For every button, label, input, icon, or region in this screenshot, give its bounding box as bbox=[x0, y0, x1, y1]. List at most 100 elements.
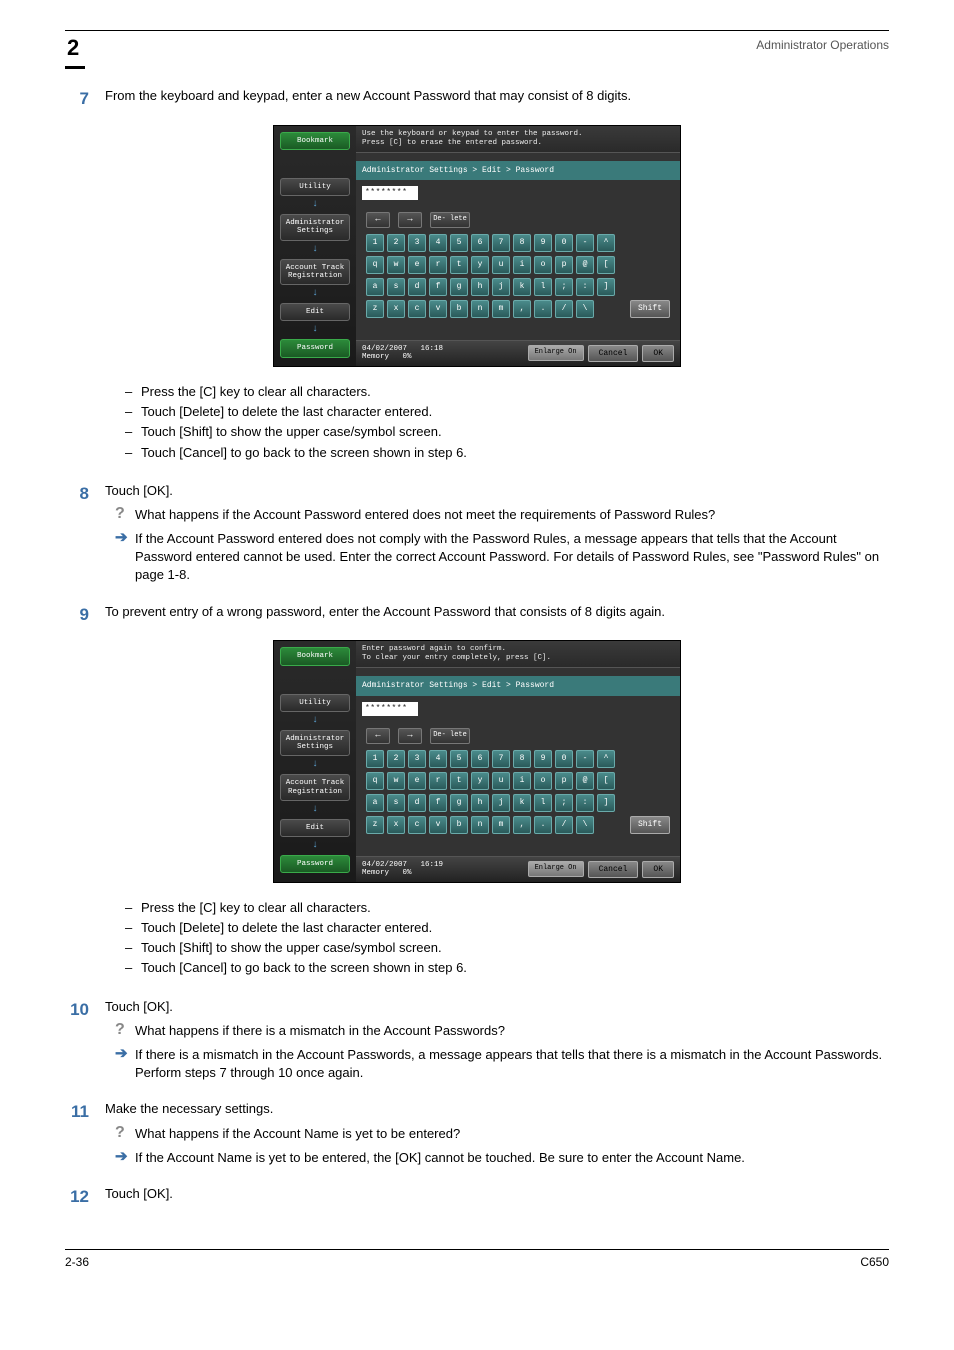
key-^[interactable]: ^ bbox=[597, 750, 615, 768]
key-a[interactable]: a bbox=[366, 278, 384, 296]
key-w[interactable]: w bbox=[387, 772, 405, 790]
key-h[interactable]: h bbox=[471, 794, 489, 812]
key-f[interactable]: f bbox=[429, 794, 447, 812]
key-m[interactable]: m bbox=[492, 300, 510, 318]
arrow-right-key[interactable]: → bbox=[398, 212, 422, 228]
key-q[interactable]: q bbox=[366, 256, 384, 274]
key-n[interactable]: n bbox=[471, 300, 489, 318]
key-t[interactable]: t bbox=[450, 256, 468, 274]
key-[[interactable]: [ bbox=[597, 772, 615, 790]
key-,[interactable]: , bbox=[513, 816, 531, 834]
key-/[interactable]: / bbox=[555, 300, 573, 318]
account-track-button[interactable]: Account Track Registration bbox=[280, 259, 350, 286]
key-6[interactable]: 6 bbox=[471, 234, 489, 252]
key-c[interactable]: c bbox=[408, 816, 426, 834]
key-^[interactable]: ^ bbox=[597, 234, 615, 252]
ok-button[interactable]: OK bbox=[642, 345, 674, 362]
key-0[interactable]: 0 bbox=[555, 750, 573, 768]
key-z[interactable]: z bbox=[366, 816, 384, 834]
key-g[interactable]: g bbox=[450, 794, 468, 812]
key-:[interactable]: : bbox=[576, 794, 594, 812]
utility-button[interactable]: Utility bbox=[280, 178, 350, 196]
key-a[interactable]: a bbox=[366, 794, 384, 812]
admin-settings-button[interactable]: Administrator Settings bbox=[280, 214, 350, 241]
key-/[interactable]: / bbox=[555, 816, 573, 834]
key-k[interactable]: k bbox=[513, 278, 531, 296]
key-i[interactable]: i bbox=[513, 256, 531, 274]
arrow-left-key[interactable]: ← bbox=[366, 728, 390, 744]
key-x[interactable]: x bbox=[387, 300, 405, 318]
key-@[interactable]: @ bbox=[576, 256, 594, 274]
key-d[interactable]: d bbox=[408, 278, 426, 296]
key-b[interactable]: b bbox=[450, 300, 468, 318]
key-5[interactable]: 5 bbox=[450, 750, 468, 768]
key-k[interactable]: k bbox=[513, 794, 531, 812]
key-w[interactable]: w bbox=[387, 256, 405, 274]
key-3[interactable]: 3 bbox=[408, 234, 426, 252]
key-.[interactable]: . bbox=[534, 816, 552, 834]
key-s[interactable]: s bbox=[387, 794, 405, 812]
key-y[interactable]: y bbox=[471, 256, 489, 274]
key-2[interactable]: 2 bbox=[387, 234, 405, 252]
key-n[interactable]: n bbox=[471, 816, 489, 834]
shift-key[interactable]: Shift bbox=[630, 816, 670, 834]
key-c[interactable]: c bbox=[408, 300, 426, 318]
key-[[interactable]: [ bbox=[597, 256, 615, 274]
arrow-right-key[interactable]: → bbox=[398, 728, 422, 744]
key-e[interactable]: e bbox=[408, 256, 426, 274]
key-h[interactable]: h bbox=[471, 278, 489, 296]
key-z[interactable]: z bbox=[366, 300, 384, 318]
key-j[interactable]: j bbox=[492, 794, 510, 812]
account-track-button[interactable]: Account Track Registration bbox=[280, 774, 350, 801]
key-\[interactable]: \ bbox=[576, 300, 594, 318]
key-1[interactable]: 1 bbox=[366, 750, 384, 768]
bookmark-button[interactable]: Bookmark bbox=[280, 647, 350, 665]
key-t[interactable]: t bbox=[450, 772, 468, 790]
key-r[interactable]: r bbox=[429, 772, 447, 790]
key-v[interactable]: v bbox=[429, 816, 447, 834]
key-s[interactable]: s bbox=[387, 278, 405, 296]
edit-button[interactable]: Edit bbox=[280, 819, 350, 837]
key-g[interactable]: g bbox=[450, 278, 468, 296]
key-i[interactable]: i bbox=[513, 772, 531, 790]
key-8[interactable]: 8 bbox=[513, 750, 531, 768]
key-u[interactable]: u bbox=[492, 772, 510, 790]
key-o[interactable]: o bbox=[534, 772, 552, 790]
key--[interactable]: - bbox=[576, 750, 594, 768]
key-:[interactable]: : bbox=[576, 278, 594, 296]
utility-button[interactable]: Utility bbox=[280, 694, 350, 712]
key-0[interactable]: 0 bbox=[555, 234, 573, 252]
delete-key[interactable]: De- lete bbox=[430, 728, 470, 744]
key-;[interactable]: ; bbox=[555, 794, 573, 812]
cancel-button[interactable]: Cancel bbox=[588, 345, 639, 362]
key-][interactable]: ] bbox=[597, 794, 615, 812]
key-;[interactable]: ; bbox=[555, 278, 573, 296]
key-7[interactable]: 7 bbox=[492, 750, 510, 768]
enlarge-button[interactable]: Enlarge On bbox=[528, 861, 584, 877]
key-b[interactable]: b bbox=[450, 816, 468, 834]
key-m[interactable]: m bbox=[492, 816, 510, 834]
key-\[interactable]: \ bbox=[576, 816, 594, 834]
key-p[interactable]: p bbox=[555, 256, 573, 274]
cancel-button[interactable]: Cancel bbox=[588, 861, 639, 878]
key-f[interactable]: f bbox=[429, 278, 447, 296]
shift-key[interactable]: Shift bbox=[630, 300, 670, 318]
key-,[interactable]: , bbox=[513, 300, 531, 318]
key-2[interactable]: 2 bbox=[387, 750, 405, 768]
key-][interactable]: ] bbox=[597, 278, 615, 296]
key-9[interactable]: 9 bbox=[534, 234, 552, 252]
password-button[interactable]: Password bbox=[280, 339, 350, 357]
bookmark-button[interactable]: Bookmark bbox=[280, 132, 350, 150]
key-.[interactable]: . bbox=[534, 300, 552, 318]
password-field[interactable]: ******** bbox=[362, 186, 418, 200]
admin-settings-button[interactable]: Administrator Settings bbox=[280, 730, 350, 757]
key-l[interactable]: l bbox=[534, 794, 552, 812]
key-e[interactable]: e bbox=[408, 772, 426, 790]
password-button[interactable]: Password bbox=[280, 855, 350, 873]
delete-key[interactable]: De- lete bbox=[430, 212, 470, 228]
arrow-left-key[interactable]: ← bbox=[366, 212, 390, 228]
key-3[interactable]: 3 bbox=[408, 750, 426, 768]
key-7[interactable]: 7 bbox=[492, 234, 510, 252]
key-4[interactable]: 4 bbox=[429, 750, 447, 768]
key-l[interactable]: l bbox=[534, 278, 552, 296]
